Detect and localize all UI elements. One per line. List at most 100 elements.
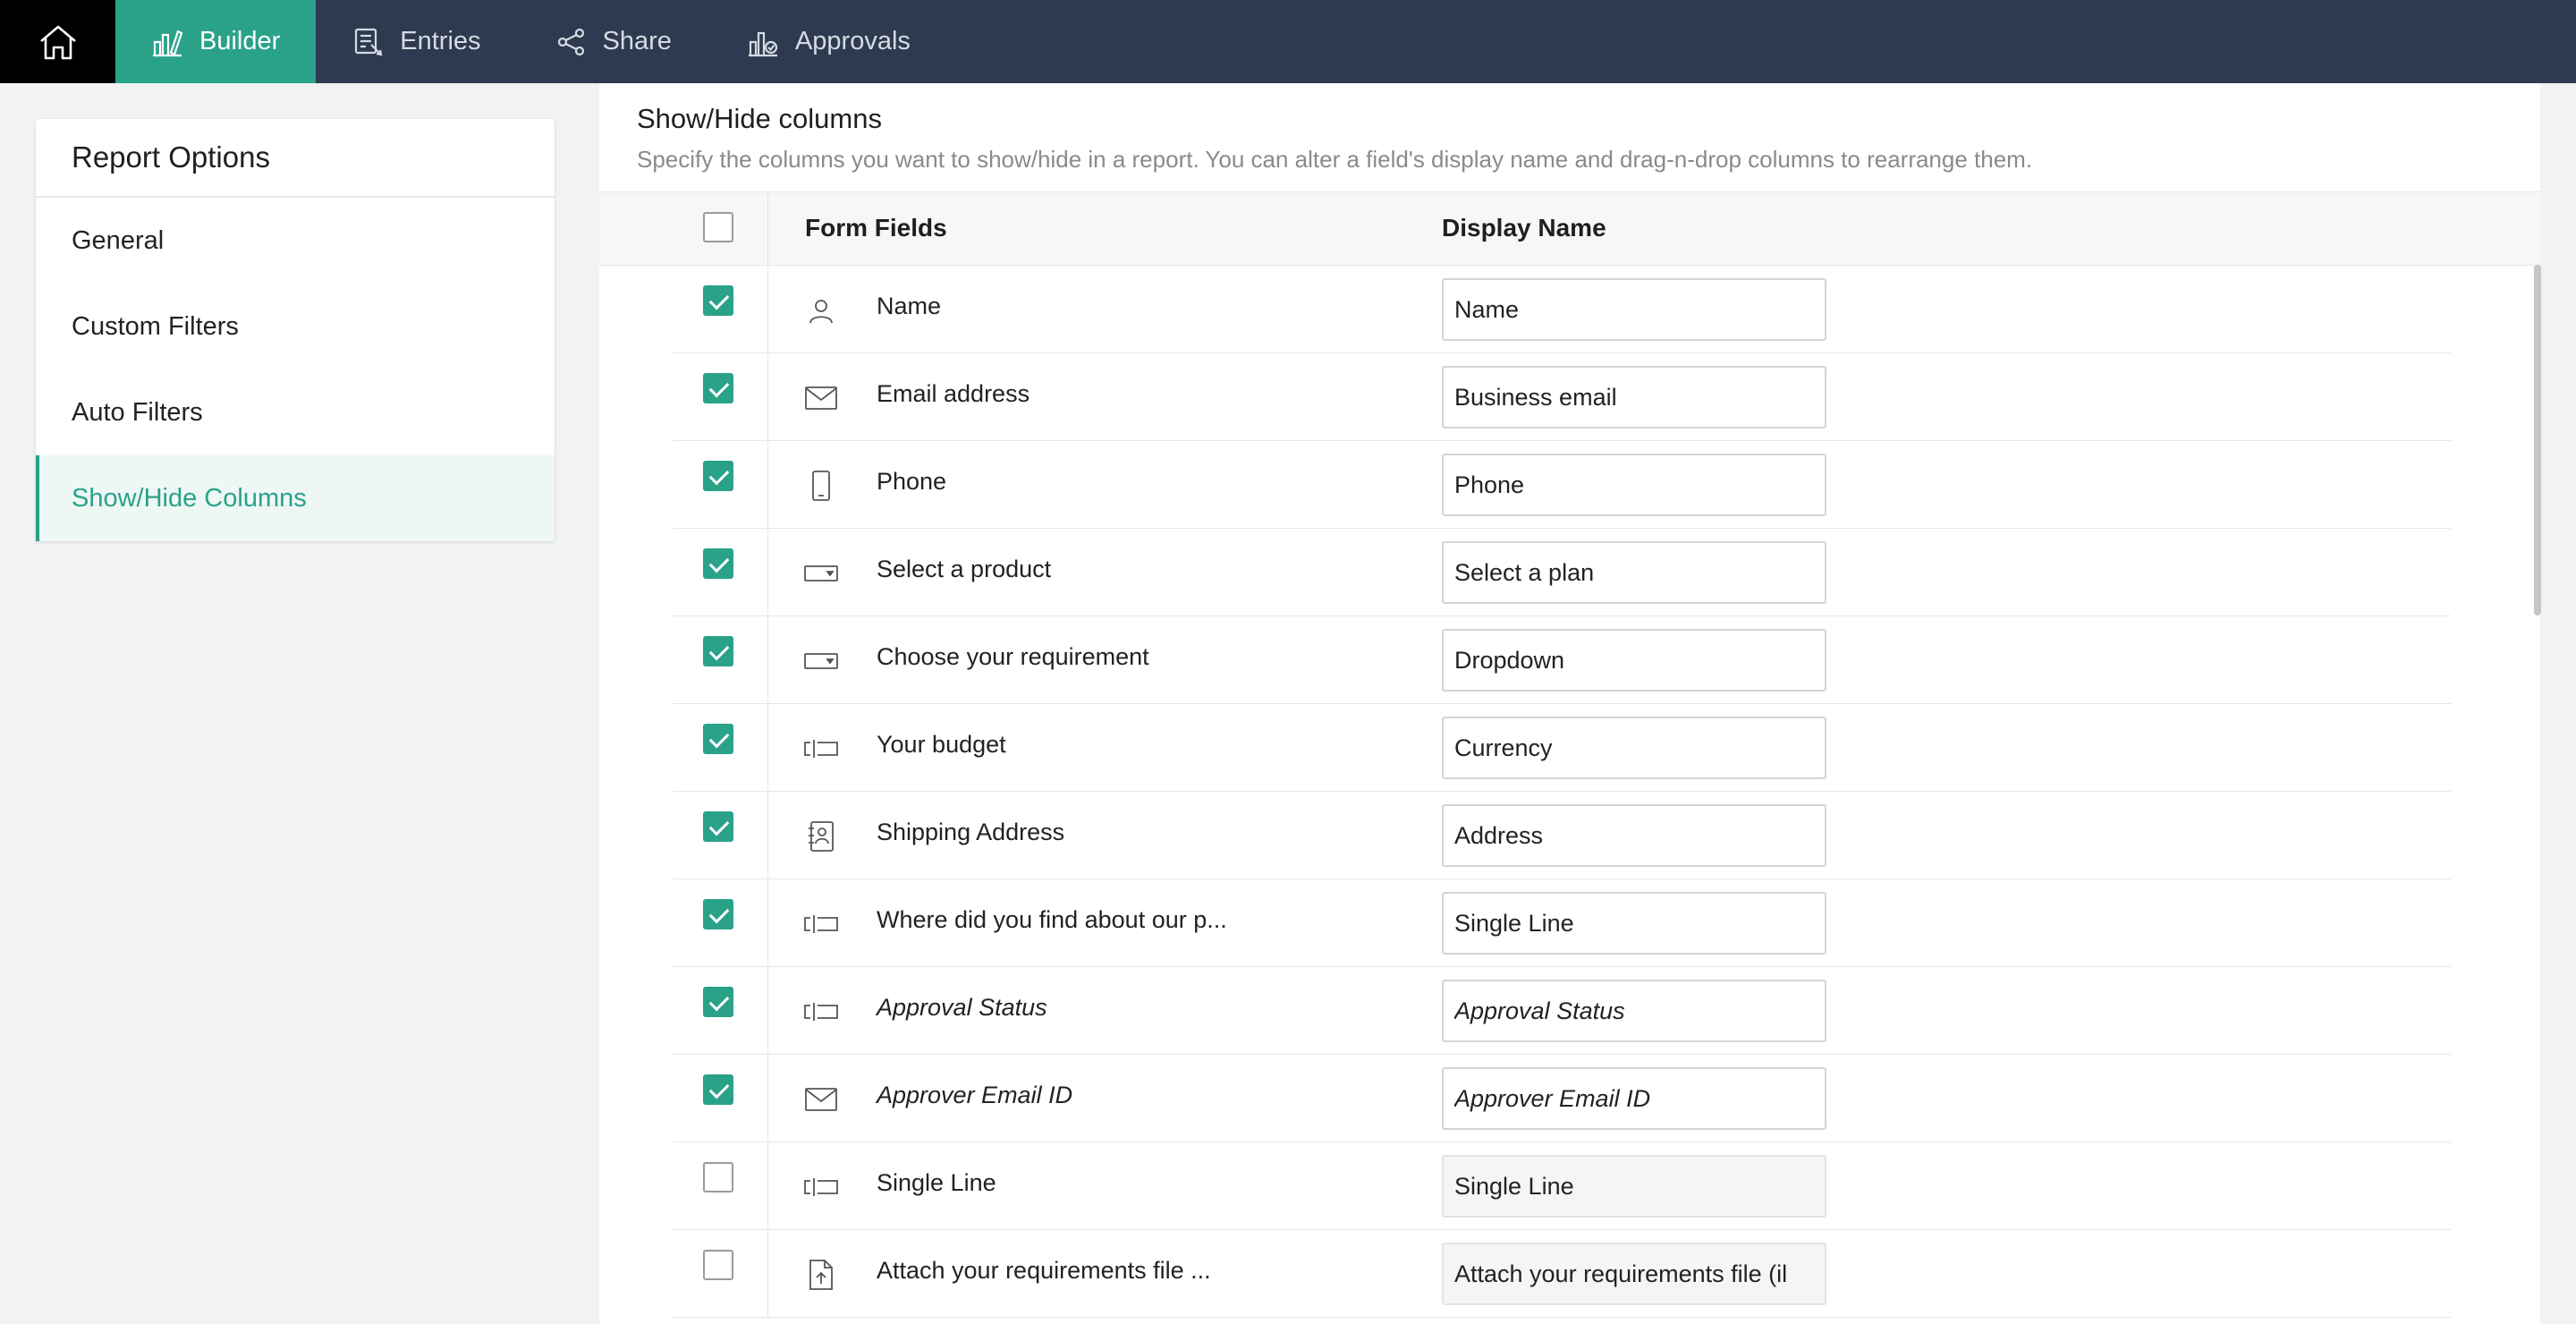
form-field-label: Shipping Address (877, 819, 1065, 845)
home-icon (39, 25, 76, 59)
report-options-sidebar: Report Options General Custom Filters Au… (36, 119, 555, 541)
form-field-label: Phone (877, 468, 947, 495)
table-row[interactable]: Your budget (599, 704, 2540, 792)
tab-share[interactable]: Share (519, 0, 709, 83)
display-name-input[interactable] (1442, 629, 1826, 692)
form-field-label: Approval Status (877, 994, 1047, 1021)
sidebar-title: Report Options (36, 119, 555, 198)
dropdown-icon (803, 556, 839, 591)
address-icon (803, 819, 839, 854)
show-column-checkbox[interactable] (703, 548, 733, 579)
show-column-checkbox[interactable] (703, 811, 733, 842)
file-upload-icon (803, 1257, 839, 1293)
tab-builder[interactable]: Builder (115, 0, 317, 83)
display-name-input[interactable] (1442, 1155, 1826, 1218)
table-row[interactable]: Single Line (599, 1142, 2540, 1230)
display-name-input[interactable] (1442, 541, 1826, 604)
row-divider (767, 1142, 768, 1230)
header-divider (767, 192, 768, 267)
row-divider (767, 266, 768, 353)
show-column-checkbox[interactable] (703, 373, 733, 403)
table-row[interactable]: Approval Status (599, 967, 2540, 1055)
form-field-label: Approver Email ID (877, 1082, 1073, 1108)
email-icon (803, 1082, 839, 1117)
display-name-input[interactable] (1442, 1243, 1826, 1305)
display-name-input[interactable] (1442, 980, 1826, 1042)
page-description: Specify the columns you want to show/hid… (637, 146, 2033, 173)
form-field-label: Email address (877, 380, 1030, 407)
show-column-checkbox[interactable] (703, 724, 733, 754)
header-form-fields: Form Fields (805, 214, 947, 242)
sidebar-item-auto-filters[interactable]: Auto Filters (36, 369, 555, 455)
columns-list: Name Email address Phone Select a product Ch… (599, 266, 2540, 1318)
user-icon (803, 293, 839, 328)
single-line-icon (803, 1169, 839, 1205)
display-name-input[interactable] (1442, 366, 1826, 429)
row-divider (767, 616, 768, 704)
show-column-checkbox[interactable] (703, 636, 733, 666)
home-button[interactable] (0, 0, 115, 83)
form-field-label: Choose your requirement (877, 643, 1149, 670)
vertical-scrollbar[interactable] (2534, 265, 2541, 615)
email-icon (803, 380, 839, 416)
form-field-label: Attach your requirements file ... (877, 1257, 1211, 1284)
row-divider (767, 353, 768, 441)
entries-icon (355, 28, 383, 55)
table-row[interactable]: Where did you find about our p... (599, 879, 2540, 967)
show-column-checkbox[interactable] (703, 899, 733, 929)
builder-icon (153, 29, 183, 56)
table-header: Form Fields Display Name (599, 191, 2540, 267)
table-row[interactable]: Attach your requirements file ... (599, 1230, 2540, 1318)
select-all-checkbox[interactable] (703, 212, 733, 242)
share-icon (557, 28, 584, 55)
row-divider (767, 879, 768, 967)
single-line-icon (803, 906, 839, 942)
single-line-icon (803, 731, 839, 767)
tab-share-label: Share (602, 27, 672, 55)
row-separator (673, 1317, 2451, 1318)
row-divider (767, 1230, 768, 1318)
row-divider (767, 967, 768, 1055)
table-row[interactable]: Approver Email ID (599, 1055, 2540, 1142)
show-column-checkbox[interactable] (703, 1162, 733, 1192)
form-field-label: Your budget (877, 731, 1006, 758)
approvals-icon (748, 31, 778, 56)
display-name-input[interactable] (1442, 278, 1826, 341)
row-divider (767, 1055, 768, 1142)
row-divider (767, 704, 768, 792)
tab-entries-label: Entries (400, 27, 481, 55)
table-row[interactable]: Name (599, 266, 2540, 353)
table-row[interactable]: Shipping Address (599, 792, 2540, 879)
phone-icon (803, 468, 839, 504)
display-name-input[interactable] (1442, 717, 1826, 779)
row-divider (767, 441, 768, 529)
header-display-name: Display Name (1442, 214, 1606, 242)
display-name-input[interactable] (1442, 804, 1826, 867)
show-column-checkbox[interactable] (703, 1250, 733, 1280)
table-row[interactable]: Phone (599, 441, 2540, 529)
show-column-checkbox[interactable] (703, 987, 733, 1017)
row-divider (767, 529, 768, 616)
display-name-input[interactable] (1442, 454, 1826, 516)
table-row[interactable]: Select a product (599, 529, 2540, 616)
show-column-checkbox[interactable] (703, 461, 733, 491)
show-column-checkbox[interactable] (703, 1074, 733, 1105)
page-title: Show/Hide columns (637, 103, 882, 134)
table-row[interactable]: Choose your requirement (599, 616, 2540, 704)
display-name-input[interactable] (1442, 892, 1826, 955)
row-divider (767, 792, 768, 879)
sidebar-item-custom-filters[interactable]: Custom Filters (36, 284, 555, 369)
dropdown-icon (803, 643, 839, 679)
display-name-input[interactable] (1442, 1067, 1826, 1130)
sidebar-item-show-hide-columns[interactable]: Show/Hide Columns (36, 455, 555, 541)
form-field-label: Select a product (877, 556, 1052, 582)
sidebar-item-general[interactable]: General (36, 198, 555, 284)
show-hide-columns-panel: Show/Hide columns Specify the columns yo… (599, 83, 2540, 1324)
tab-builder-label: Builder (199, 27, 281, 55)
show-column-checkbox[interactable] (703, 285, 733, 316)
table-row[interactable]: Email address (599, 353, 2540, 441)
form-field-label: Where did you find about our p... (877, 906, 1227, 933)
tab-entries[interactable]: Entries (316, 0, 518, 83)
tab-approvals[interactable]: Approvals (709, 0, 948, 83)
tab-approvals-label: Approvals (794, 27, 911, 55)
